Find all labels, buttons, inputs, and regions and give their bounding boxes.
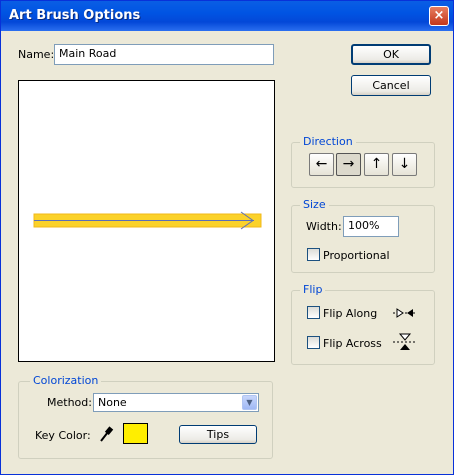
width-label: Width:: [306, 220, 342, 233]
flip-along-checkbox[interactable]: [307, 306, 320, 319]
name-label: Name:: [18, 48, 55, 61]
title-bar[interactable]: Art Brush Options ×: [1, 1, 453, 31]
proportional-checkbox[interactable]: [307, 248, 320, 261]
key-color-swatch[interactable]: [123, 423, 148, 444]
flip-along-icon: [393, 308, 417, 318]
direction-down-button[interactable]: ↓: [392, 153, 417, 176]
direction-left-button[interactable]: ←: [309, 153, 334, 176]
colorization-group-title: Colorization: [30, 374, 102, 387]
flip-group-title: Flip: [300, 283, 326, 296]
arrow-down-icon: ↓: [398, 156, 411, 172]
brush-preview: [18, 80, 275, 362]
method-select[interactable]: None ▼: [93, 393, 259, 412]
size-group-title: Size: [300, 198, 329, 211]
name-input[interactable]: Main Road: [54, 44, 274, 65]
tips-button[interactable]: Tips: [179, 425, 257, 444]
cancel-button[interactable]: Cancel: [351, 75, 431, 96]
flip-across-label: Flip Across: [323, 337, 382, 350]
art-brush-options-dialog: Art Brush Options × Name: Main Road OK C…: [0, 0, 454, 475]
close-button[interactable]: ×: [429, 6, 449, 26]
direction-right-button[interactable]: →: [336, 153, 361, 176]
key-color-label: Key Color:: [35, 429, 91, 442]
arrow-up-icon: ↑: [370, 156, 383, 172]
method-label: Method:: [47, 396, 92, 409]
arrow-left-icon: ←: [315, 156, 328, 172]
flip-along-label: Flip Along: [323, 307, 378, 320]
direction-group-title: Direction: [300, 135, 356, 148]
dialog-title: Art Brush Options: [9, 8, 141, 23]
brush-preview-canvas: [33, 211, 262, 230]
eyedropper-icon[interactable]: [98, 425, 114, 443]
flip-across-checkbox[interactable]: [307, 336, 320, 349]
arrow-right-icon: →: [342, 156, 355, 172]
ok-button[interactable]: OK: [351, 44, 431, 65]
width-input[interactable]: 100%: [343, 216, 399, 237]
direction-up-button[interactable]: ↑: [364, 153, 389, 176]
dropdown-arrow-icon[interactable]: ▼: [242, 395, 257, 410]
flip-group: [291, 290, 435, 365]
flip-across-icon: [393, 333, 417, 350]
proportional-label: Proportional: [323, 249, 390, 262]
method-selected-value: None: [98, 396, 127, 409]
